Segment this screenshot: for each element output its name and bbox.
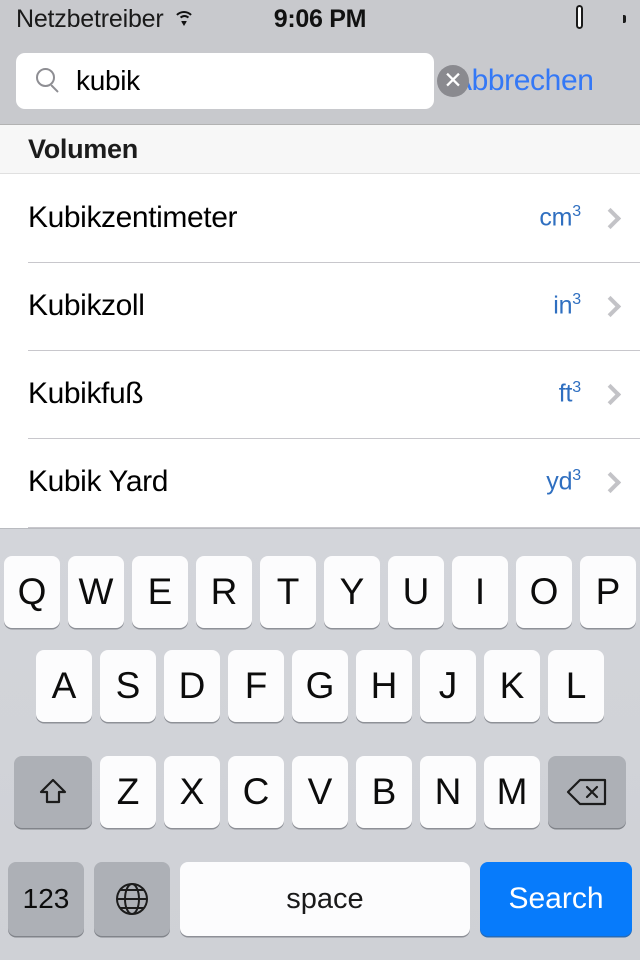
- cancel-button[interactable]: Abbrechen: [452, 64, 594, 98]
- key-y[interactable]: Y: [324, 556, 380, 628]
- iphone-screen: Netzbetreiber 9:06 PM ✕ Abbrechen: [0, 0, 640, 960]
- row-unit-label: ft3: [559, 379, 581, 408]
- battery-icon: [576, 4, 626, 30]
- table-row[interactable]: Kubik Yard yd3: [0, 438, 640, 526]
- globe-icon: [113, 880, 151, 918]
- key-t[interactable]: T: [260, 556, 316, 628]
- status-bar-clock: 9:06 PM: [273, 4, 367, 33]
- key-d[interactable]: D: [164, 650, 220, 722]
- backspace-key[interactable]: [548, 756, 626, 828]
- key-l[interactable]: L: [548, 650, 604, 722]
- keyboard-row-1: QWERTYUIOP: [0, 529, 640, 633]
- section-header-volumen: Volumen: [0, 124, 640, 174]
- search-input[interactable]: [76, 65, 437, 97]
- key-o[interactable]: O: [516, 556, 572, 628]
- key-h[interactable]: H: [356, 650, 412, 722]
- globe-key[interactable]: [94, 862, 170, 936]
- keyboard-row-4: 123 space Search: [0, 845, 640, 953]
- key-n[interactable]: N: [420, 756, 476, 828]
- key-m[interactable]: M: [484, 756, 540, 828]
- key-k[interactable]: K: [484, 650, 540, 722]
- chevron-right-icon: [599, 471, 622, 493]
- key-e[interactable]: E: [132, 556, 188, 628]
- keyboard-row-2: ASDFGHJKL: [0, 633, 640, 739]
- chevron-right-icon: [599, 207, 622, 229]
- on-screen-keyboard[interactable]: QWERTYUIOP ASDFGHJKL ZXCVBNM 123 space S…: [0, 528, 640, 960]
- key-q[interactable]: Q: [4, 556, 60, 628]
- shift-key[interactable]: [14, 756, 92, 828]
- key-w[interactable]: W: [68, 556, 124, 628]
- search-field[interactable]: ✕: [16, 53, 469, 109]
- keyboard-row-3: ZXCVBNM: [0, 739, 640, 845]
- row-unit-label: yd3: [546, 467, 581, 496]
- status-bar: Netzbetreiber 9:06 PM: [0, 0, 640, 38]
- chevron-right-icon: [599, 383, 622, 405]
- row-title: Kubik Yard: [28, 465, 168, 498]
- section-header-label: Volumen: [28, 133, 138, 164]
- status-bar-right: [576, 4, 626, 30]
- row-title: Kubikfuß: [28, 377, 144, 410]
- unit-exponent: 3: [572, 379, 581, 397]
- key-s[interactable]: S: [100, 650, 156, 722]
- search-key[interactable]: Search: [480, 862, 632, 936]
- row-unit-label: in3: [553, 291, 581, 320]
- unit-base: ft: [558, 379, 573, 408]
- unit-exponent: 3: [572, 291, 581, 309]
- search-bar: ✕ Abbrechen: [0, 38, 640, 124]
- search-results-list[interactable]: Volumen Kubikzentimeter cm3 Kubikzoll in3 Ku…: [0, 124, 640, 528]
- key-j[interactable]: J: [420, 650, 476, 722]
- key-a[interactable]: A: [36, 650, 92, 722]
- numbers-key[interactable]: 123: [8, 862, 84, 936]
- clear-icon: ✕: [443, 66, 463, 93]
- row-title: Kubikzoll: [28, 289, 145, 322]
- result-rows: Kubikzentimeter cm3 Kubikzoll in3 Kubikfuß ft…: [0, 174, 640, 526]
- row-title: Kubikzentimeter: [28, 201, 238, 234]
- space-key[interactable]: space: [180, 862, 470, 936]
- table-row[interactable]: Kubikzoll in3: [0, 262, 640, 350]
- key-r[interactable]: R: [196, 556, 252, 628]
- unit-base: in: [553, 291, 573, 320]
- unit-exponent: 3: [572, 467, 581, 485]
- key-x[interactable]: X: [164, 756, 220, 828]
- clear-search-button[interactable]: ✕: [437, 65, 469, 97]
- key-z[interactable]: Z: [100, 756, 156, 828]
- key-v[interactable]: V: [292, 756, 348, 828]
- keyboard-row-3-letters: ZXCVBNM: [100, 756, 540, 828]
- key-f[interactable]: F: [228, 650, 284, 722]
- chevron-right-icon: [599, 295, 622, 317]
- key-c[interactable]: C: [228, 756, 284, 828]
- key-g[interactable]: G: [292, 650, 348, 722]
- key-p[interactable]: P: [580, 556, 636, 628]
- search-icon: [36, 68, 62, 94]
- table-row[interactable]: Kubikzentimeter cm3: [0, 174, 640, 262]
- unit-exponent: 3: [572, 203, 581, 221]
- unit-base: cm: [539, 203, 573, 232]
- backspace-icon: [566, 777, 608, 807]
- table-row[interactable]: Kubikfuß ft3: [0, 350, 640, 438]
- unit-base: yd: [546, 467, 573, 496]
- key-i[interactable]: I: [452, 556, 508, 628]
- key-b[interactable]: B: [356, 756, 412, 828]
- shift-icon: [36, 775, 70, 809]
- row-unit-label: cm3: [539, 203, 581, 232]
- key-u[interactable]: U: [388, 556, 444, 628]
